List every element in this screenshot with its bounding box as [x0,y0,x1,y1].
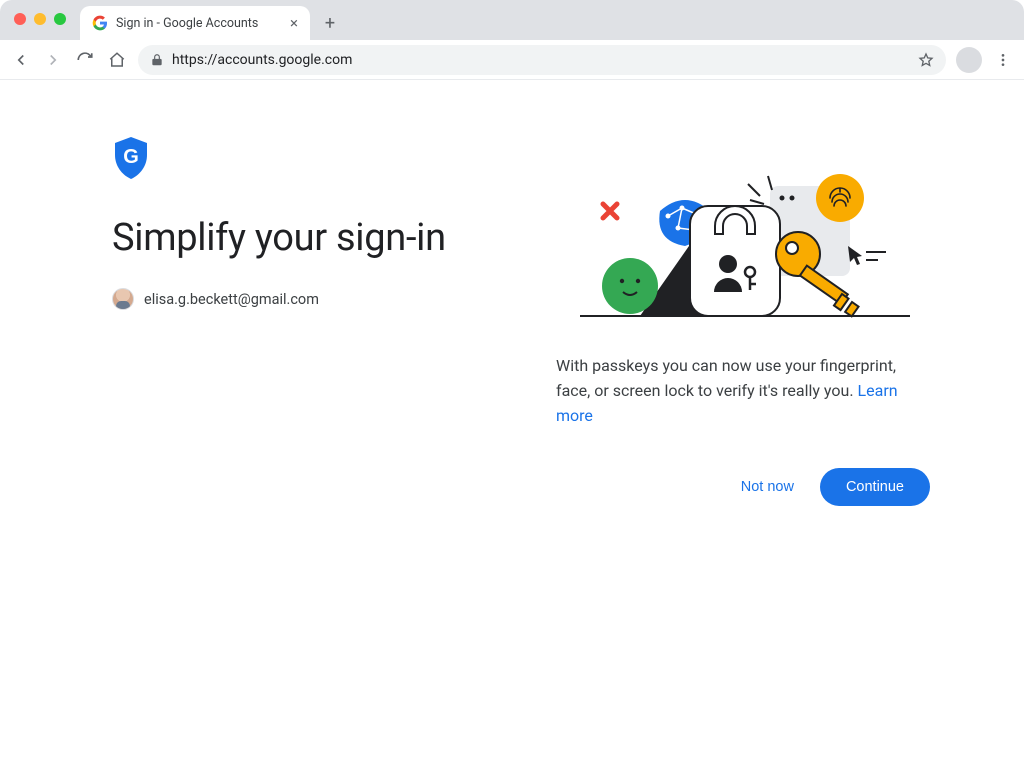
url-text: https://accounts.google.com [172,52,910,68]
chrome-profile-avatar[interactable] [956,47,982,73]
browser-titlebar: Sign in - Google Accounts × + [0,0,1024,40]
browser-tab-active[interactable]: Sign in - Google Accounts × [80,6,310,40]
window-minimize-button[interactable] [34,13,46,25]
page-headline: Simplify your sign-in [112,216,532,260]
window-controls [14,13,66,25]
tab-favicon [92,15,108,31]
window-close-button[interactable] [14,13,26,25]
browser-toolbar: https://accounts.google.com [0,40,1024,80]
bookmark-star-icon[interactable] [918,52,934,68]
svg-text:G: G [123,146,139,168]
new-tab-button[interactable]: + [316,9,344,37]
description-text: With passkeys you can now use your finge… [556,356,896,400]
continue-button[interactable]: Continue [820,468,930,506]
tab-strip: Sign in - Google Accounts × + [80,0,344,40]
not-now-button[interactable]: Not now [733,469,802,505]
window-zoom-button[interactable] [54,13,66,25]
google-shield-logo: G [112,136,150,180]
nav-back-button[interactable] [10,49,32,71]
tab-close-button[interactable]: × [290,16,298,31]
chrome-menu-button[interactable] [992,52,1014,68]
passkey-description: With passkeys you can now use your finge… [556,354,930,428]
nav-home-button[interactable] [106,49,128,71]
account-chip: elisa.g.beckett@gmail.com [112,288,532,310]
user-email: elisa.g.beckett@gmail.com [144,291,319,308]
lock-icon [150,53,164,67]
tab-title: Sign in - Google Accounts [116,16,282,31]
action-row: Not now Continue [556,468,930,506]
passkey-illustration [550,156,930,336]
user-avatar [112,288,134,310]
nav-reload-button[interactable] [74,49,96,71]
address-bar[interactable]: https://accounts.google.com [138,45,946,75]
nav-forward-button[interactable] [42,49,64,71]
page-content: G Simplify your sign-in elisa.g.beckett@… [0,80,1024,506]
